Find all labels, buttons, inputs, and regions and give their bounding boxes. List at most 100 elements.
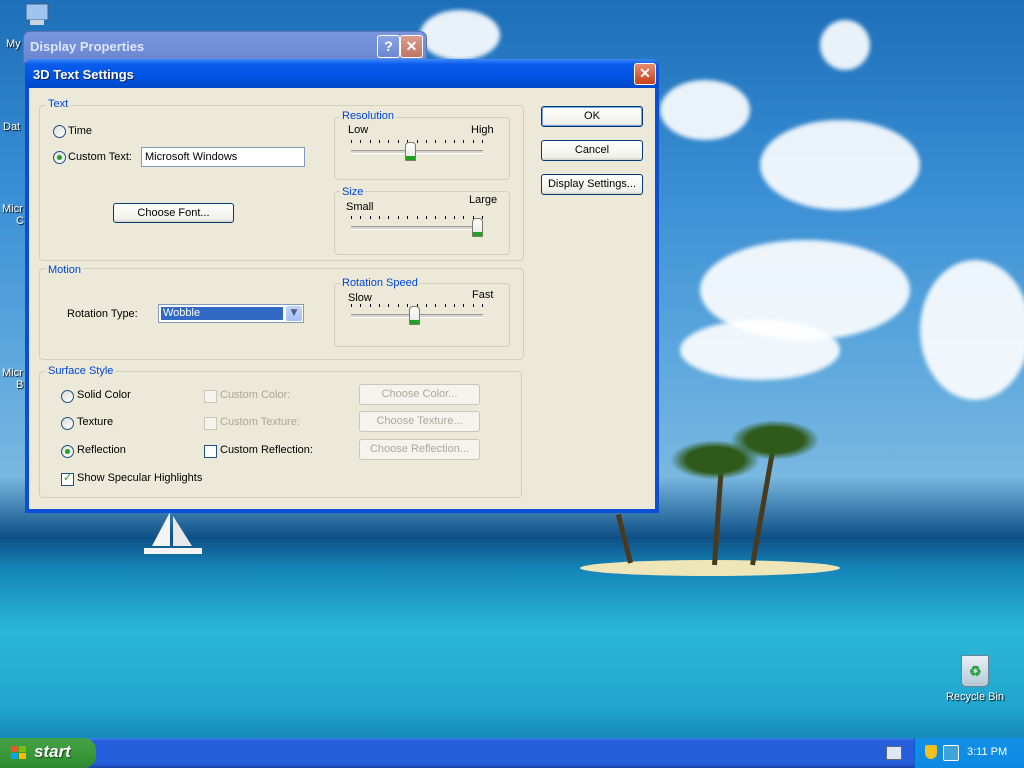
desktop-icon-label[interactable]: B xyxy=(16,379,23,391)
slider-tick xyxy=(435,140,436,143)
recycle-bin-label: Recycle Bin xyxy=(945,691,1005,703)
slider-tick xyxy=(482,140,483,143)
slider-tick xyxy=(445,140,446,143)
choose-texture-button[interactable]: Choose Texture... xyxy=(359,411,480,432)
ok-button[interactable]: OK xyxy=(541,106,643,127)
custom-text-radio[interactable] xyxy=(53,151,66,164)
palm-tree-trunk xyxy=(712,470,724,566)
slider-tick xyxy=(388,304,389,307)
reflection-label: Reflection xyxy=(77,444,126,456)
slider-tick xyxy=(463,304,464,307)
slider-tick xyxy=(473,304,474,307)
dialog-titlebar[interactable]: 3D Text Settings ✕ xyxy=(25,59,659,88)
rotation-type-dropdown[interactable]: Wobble ▼ xyxy=(158,304,304,323)
slider-tick xyxy=(398,216,399,219)
show-specular-label: Show Specular Highlights xyxy=(77,472,203,484)
slider-tick xyxy=(370,216,371,219)
display-settings-button[interactable]: Display Settings... xyxy=(541,174,643,195)
security-shield-icon[interactable] xyxy=(925,745,937,759)
dialog-close-button[interactable]: ✕ xyxy=(634,63,656,85)
cloud xyxy=(760,120,920,210)
my-computer-icon[interactable] xyxy=(20,0,56,30)
custom-texture-label: Custom Texture: xyxy=(220,416,300,428)
resolution-high-label: High xyxy=(471,124,494,136)
surface-style-group-label: Surface Style xyxy=(46,365,116,377)
time-radio[interactable] xyxy=(53,125,66,138)
texture-label: Texture xyxy=(77,416,114,428)
cloud xyxy=(420,10,500,60)
desktop-icon-label[interactable]: Micr xyxy=(2,203,23,215)
custom-texture-checkbox[interactable] xyxy=(204,417,217,430)
slider-tick xyxy=(388,140,389,143)
rotation-type-label: Rotation Type: xyxy=(67,308,138,320)
network-icon[interactable] xyxy=(943,745,959,761)
choose-color-button[interactable]: Choose Color... xyxy=(359,384,480,405)
palm-tree-leaves xyxy=(730,420,820,460)
motion-group-label: Motion xyxy=(46,264,84,276)
bg-close-button[interactable]: ✕ xyxy=(400,35,423,58)
slider-tick xyxy=(454,216,455,219)
sailboat xyxy=(144,512,202,554)
rotation-speed-fast-label: Fast xyxy=(472,289,494,301)
slider-tick xyxy=(379,304,380,307)
show-specular-checkbox[interactable]: ✓ xyxy=(61,471,74,486)
cancel-button[interactable]: Cancel xyxy=(541,140,643,161)
slider-tick xyxy=(388,216,389,219)
taskbar: start 3:11 PM xyxy=(0,738,1024,768)
help-button[interactable]: ? xyxy=(377,35,400,58)
slider-tick xyxy=(463,216,464,219)
rotation-speed-slider[interactable] xyxy=(351,304,483,338)
choose-font-button[interactable]: Choose Font... xyxy=(113,203,234,223)
slider-tick xyxy=(351,216,352,219)
size-group-label: Size xyxy=(340,186,366,198)
custom-reflection-checkbox[interactable] xyxy=(204,445,217,458)
slider-tick xyxy=(370,304,371,307)
slider-tick xyxy=(360,140,361,143)
size-large-label: Large xyxy=(469,194,498,206)
time-label: Time xyxy=(68,125,93,137)
start-button[interactable]: start xyxy=(0,738,96,768)
slider-tick xyxy=(435,216,436,219)
resolution-group-label: Resolution xyxy=(340,110,396,122)
checkmark-icon: ✓ xyxy=(63,471,73,484)
custom-text-label: Custom Text: xyxy=(68,151,132,163)
custom-text-input[interactable]: Microsoft Windows xyxy=(141,147,305,167)
desktop-icon-label[interactable]: Dat xyxy=(3,121,20,133)
slider-tick xyxy=(473,140,474,143)
dialog-body: Text Time Custom Text: Microsoft Windows… xyxy=(29,88,655,509)
slider-thumb[interactable] xyxy=(472,218,483,237)
custom-color-label: Custom Color: xyxy=(220,389,291,401)
chevron-down-icon[interactable]: ▼ xyxy=(286,306,302,321)
slider-tick xyxy=(398,304,399,307)
system-tray: 3:11 PM xyxy=(914,738,1024,768)
slider-tick xyxy=(482,304,483,307)
clock[interactable]: 3:11 PM xyxy=(967,746,1007,758)
desktop: My Dat Micr C Micr B ♻ Recycle Bin Displ… xyxy=(0,0,1024,768)
choose-reflection-button[interactable]: Choose Reflection... xyxy=(359,439,480,460)
desktop-icon-label[interactable]: C xyxy=(16,215,24,227)
slider-thumb[interactable] xyxy=(409,306,420,325)
slider-tick xyxy=(445,216,446,219)
slider-tick xyxy=(417,140,418,143)
slider-tick xyxy=(360,216,361,219)
texture-radio[interactable] xyxy=(61,417,74,430)
start-label: start xyxy=(34,742,71,761)
custom-color-checkbox[interactable] xyxy=(204,390,217,403)
desktop-icon-label[interactable]: Micr xyxy=(2,367,23,379)
slider-tick xyxy=(351,304,352,307)
rotation-speed-group-label: Rotation Speed xyxy=(340,277,420,289)
slider-thumb[interactable] xyxy=(405,142,416,161)
recycle-bin-icon[interactable]: ♻ Recycle Bin xyxy=(940,655,1010,703)
keyboard-icon[interactable] xyxy=(886,746,902,760)
slider-tick xyxy=(417,216,418,219)
size-slider[interactable] xyxy=(351,216,483,248)
3d-text-settings-dialog[interactable]: 3D Text Settings ✕ Text Time Custom Text… xyxy=(25,59,659,513)
windows-logo-icon xyxy=(11,746,26,759)
reflection-radio[interactable] xyxy=(61,445,74,458)
desktop-icon-label[interactable]: My xyxy=(6,38,21,50)
rotation-speed-slow-label: Slow xyxy=(348,292,372,304)
slider-tick xyxy=(370,140,371,143)
resolution-slider[interactable] xyxy=(351,140,483,174)
solid-color-radio[interactable] xyxy=(61,390,74,403)
palm-tree-trunk xyxy=(615,513,633,564)
